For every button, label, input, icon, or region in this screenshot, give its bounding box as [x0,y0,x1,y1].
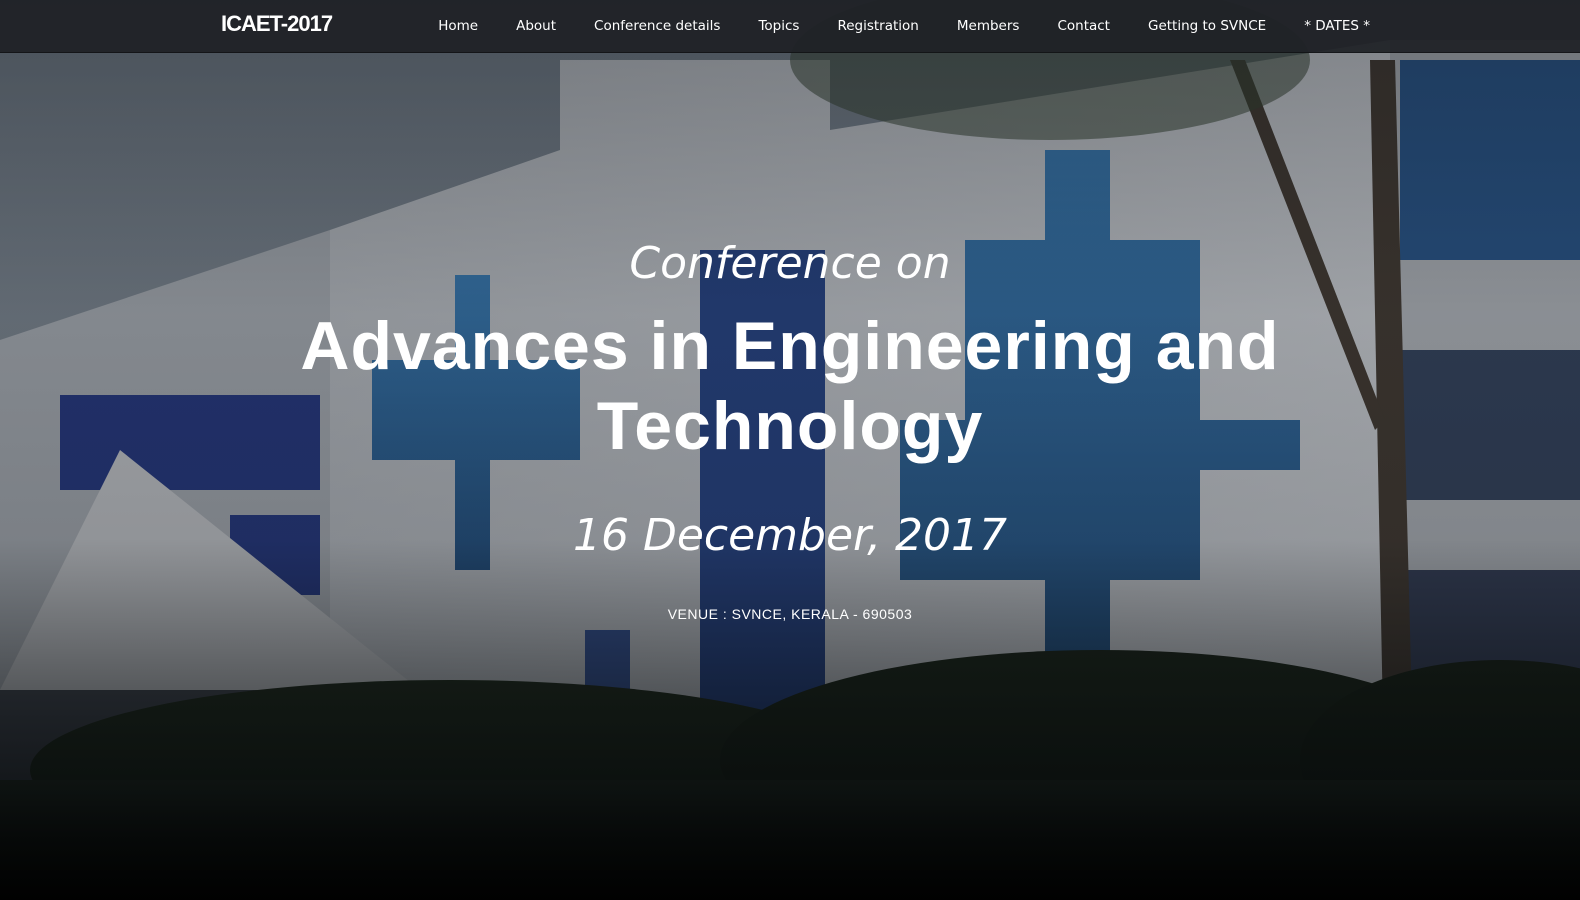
brand-logo[interactable]: ICAET-2017 [221,11,333,37]
hero-title: Advances in Engineering and Technology [300,308,1280,464]
conference-date: 16 December, 2017 [572,510,1008,561]
nav-link-conference-details[interactable]: Conference details [594,18,720,34]
nav-link-registration[interactable]: Registration [837,18,918,34]
nav-link-dates[interactable]: * DATES * [1304,18,1370,34]
nav-item-registration: Registration [837,17,918,35]
nav-item-about: About [516,17,556,35]
nav-item-dates: * DATES * [1304,17,1370,35]
nav-link-home[interactable]: Home [438,18,478,34]
nav-item-home: Home [438,17,478,35]
page: ICAET-2017 Home About Conference details… [0,0,1580,900]
nav-item-getting-to-svnce: Getting to SVNCE [1148,17,1266,35]
nav-item-conference-details: Conference details [594,17,720,35]
conference-venue: VENUE : SVNCE, KERALA - 690503 [667,606,913,622]
nav-link-contact[interactable]: Contact [1057,18,1110,34]
nav-menu: Home About Conference details Topics Reg… [400,0,1370,52]
hero-subheading: Conference on [629,238,951,289]
nav-link-members[interactable]: Members [957,18,1020,34]
nav-link-about[interactable]: About [516,18,556,34]
nav-link-getting-to-svnce[interactable]: Getting to SVNCE [1148,18,1266,34]
nav-item-contact: Contact [1057,17,1110,35]
nav-item-members: Members [957,17,1020,35]
nav-link-topics[interactable]: Topics [758,18,799,34]
top-navbar: ICAET-2017 Home About Conference details… [0,0,1580,53]
nav-item-topics: Topics [758,17,799,35]
